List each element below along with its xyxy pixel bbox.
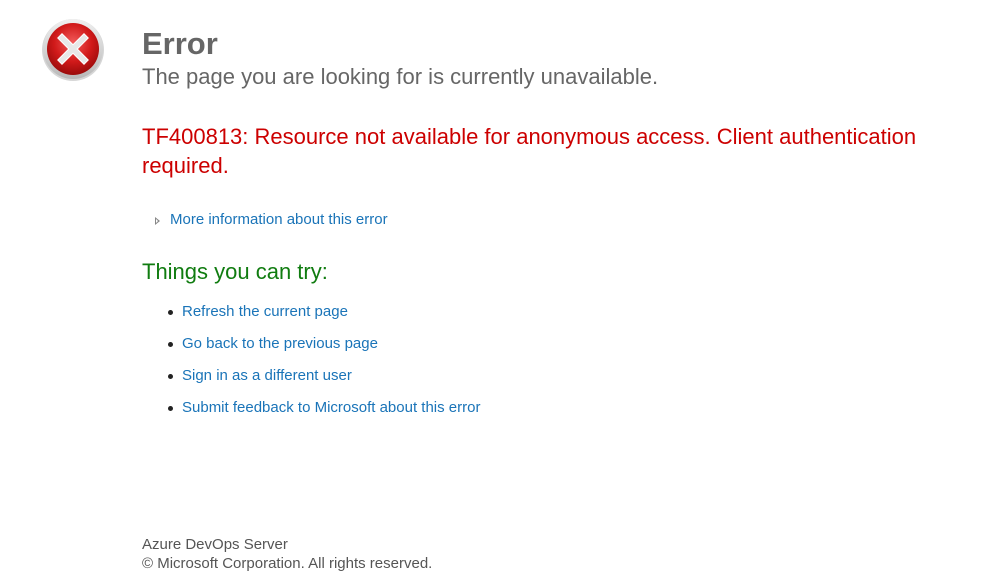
error-x-icon: [42, 19, 104, 81]
footer-copyright: © Microsoft Corporation. All rights rese…: [142, 555, 433, 572]
footer-product: Azure DevOps Server: [142, 536, 288, 553]
submit-feedback-link[interactable]: Submit feedback to Microsoft about this …: [182, 399, 480, 416]
list-item: Go back to the previous page: [168, 335, 982, 353]
more-info-toggle[interactable]: More information about this error: [155, 211, 982, 228]
bullet-icon: [168, 374, 173, 379]
page-title: Error: [142, 26, 218, 61]
page-subtitle: The page you are looking for is currentl…: [142, 64, 659, 89]
list-item: Refresh the current page: [168, 303, 982, 321]
bullet-icon: [168, 406, 173, 411]
things-to-try-heading: Things you can try:: [142, 259, 328, 284]
error-message: TF400813: Resource not available for ano…: [142, 124, 917, 178]
sign-in-different-user-link[interactable]: Sign in as a different user: [182, 367, 352, 384]
error-page: Error The page you are looking for is cu…: [0, 0, 993, 574]
list-item: Submit feedback to Microsoft about this …: [168, 399, 982, 417]
error-content: Error The page you are looking for is cu…: [142, 26, 982, 431]
refresh-page-link[interactable]: Refresh the current page: [182, 303, 348, 320]
go-back-link[interactable]: Go back to the previous page: [182, 335, 378, 352]
footer: Azure DevOps Server © Microsoft Corporat…: [142, 535, 432, 573]
bullet-icon: [168, 342, 173, 347]
expand-triangle-icon[interactable]: [155, 216, 160, 225]
things-to-try-list: Refresh the current page Go back to the …: [142, 303, 982, 417]
list-item: Sign in as a different user: [168, 367, 982, 385]
bullet-icon: [168, 310, 173, 315]
more-info-link[interactable]: More information about this error: [170, 211, 388, 228]
